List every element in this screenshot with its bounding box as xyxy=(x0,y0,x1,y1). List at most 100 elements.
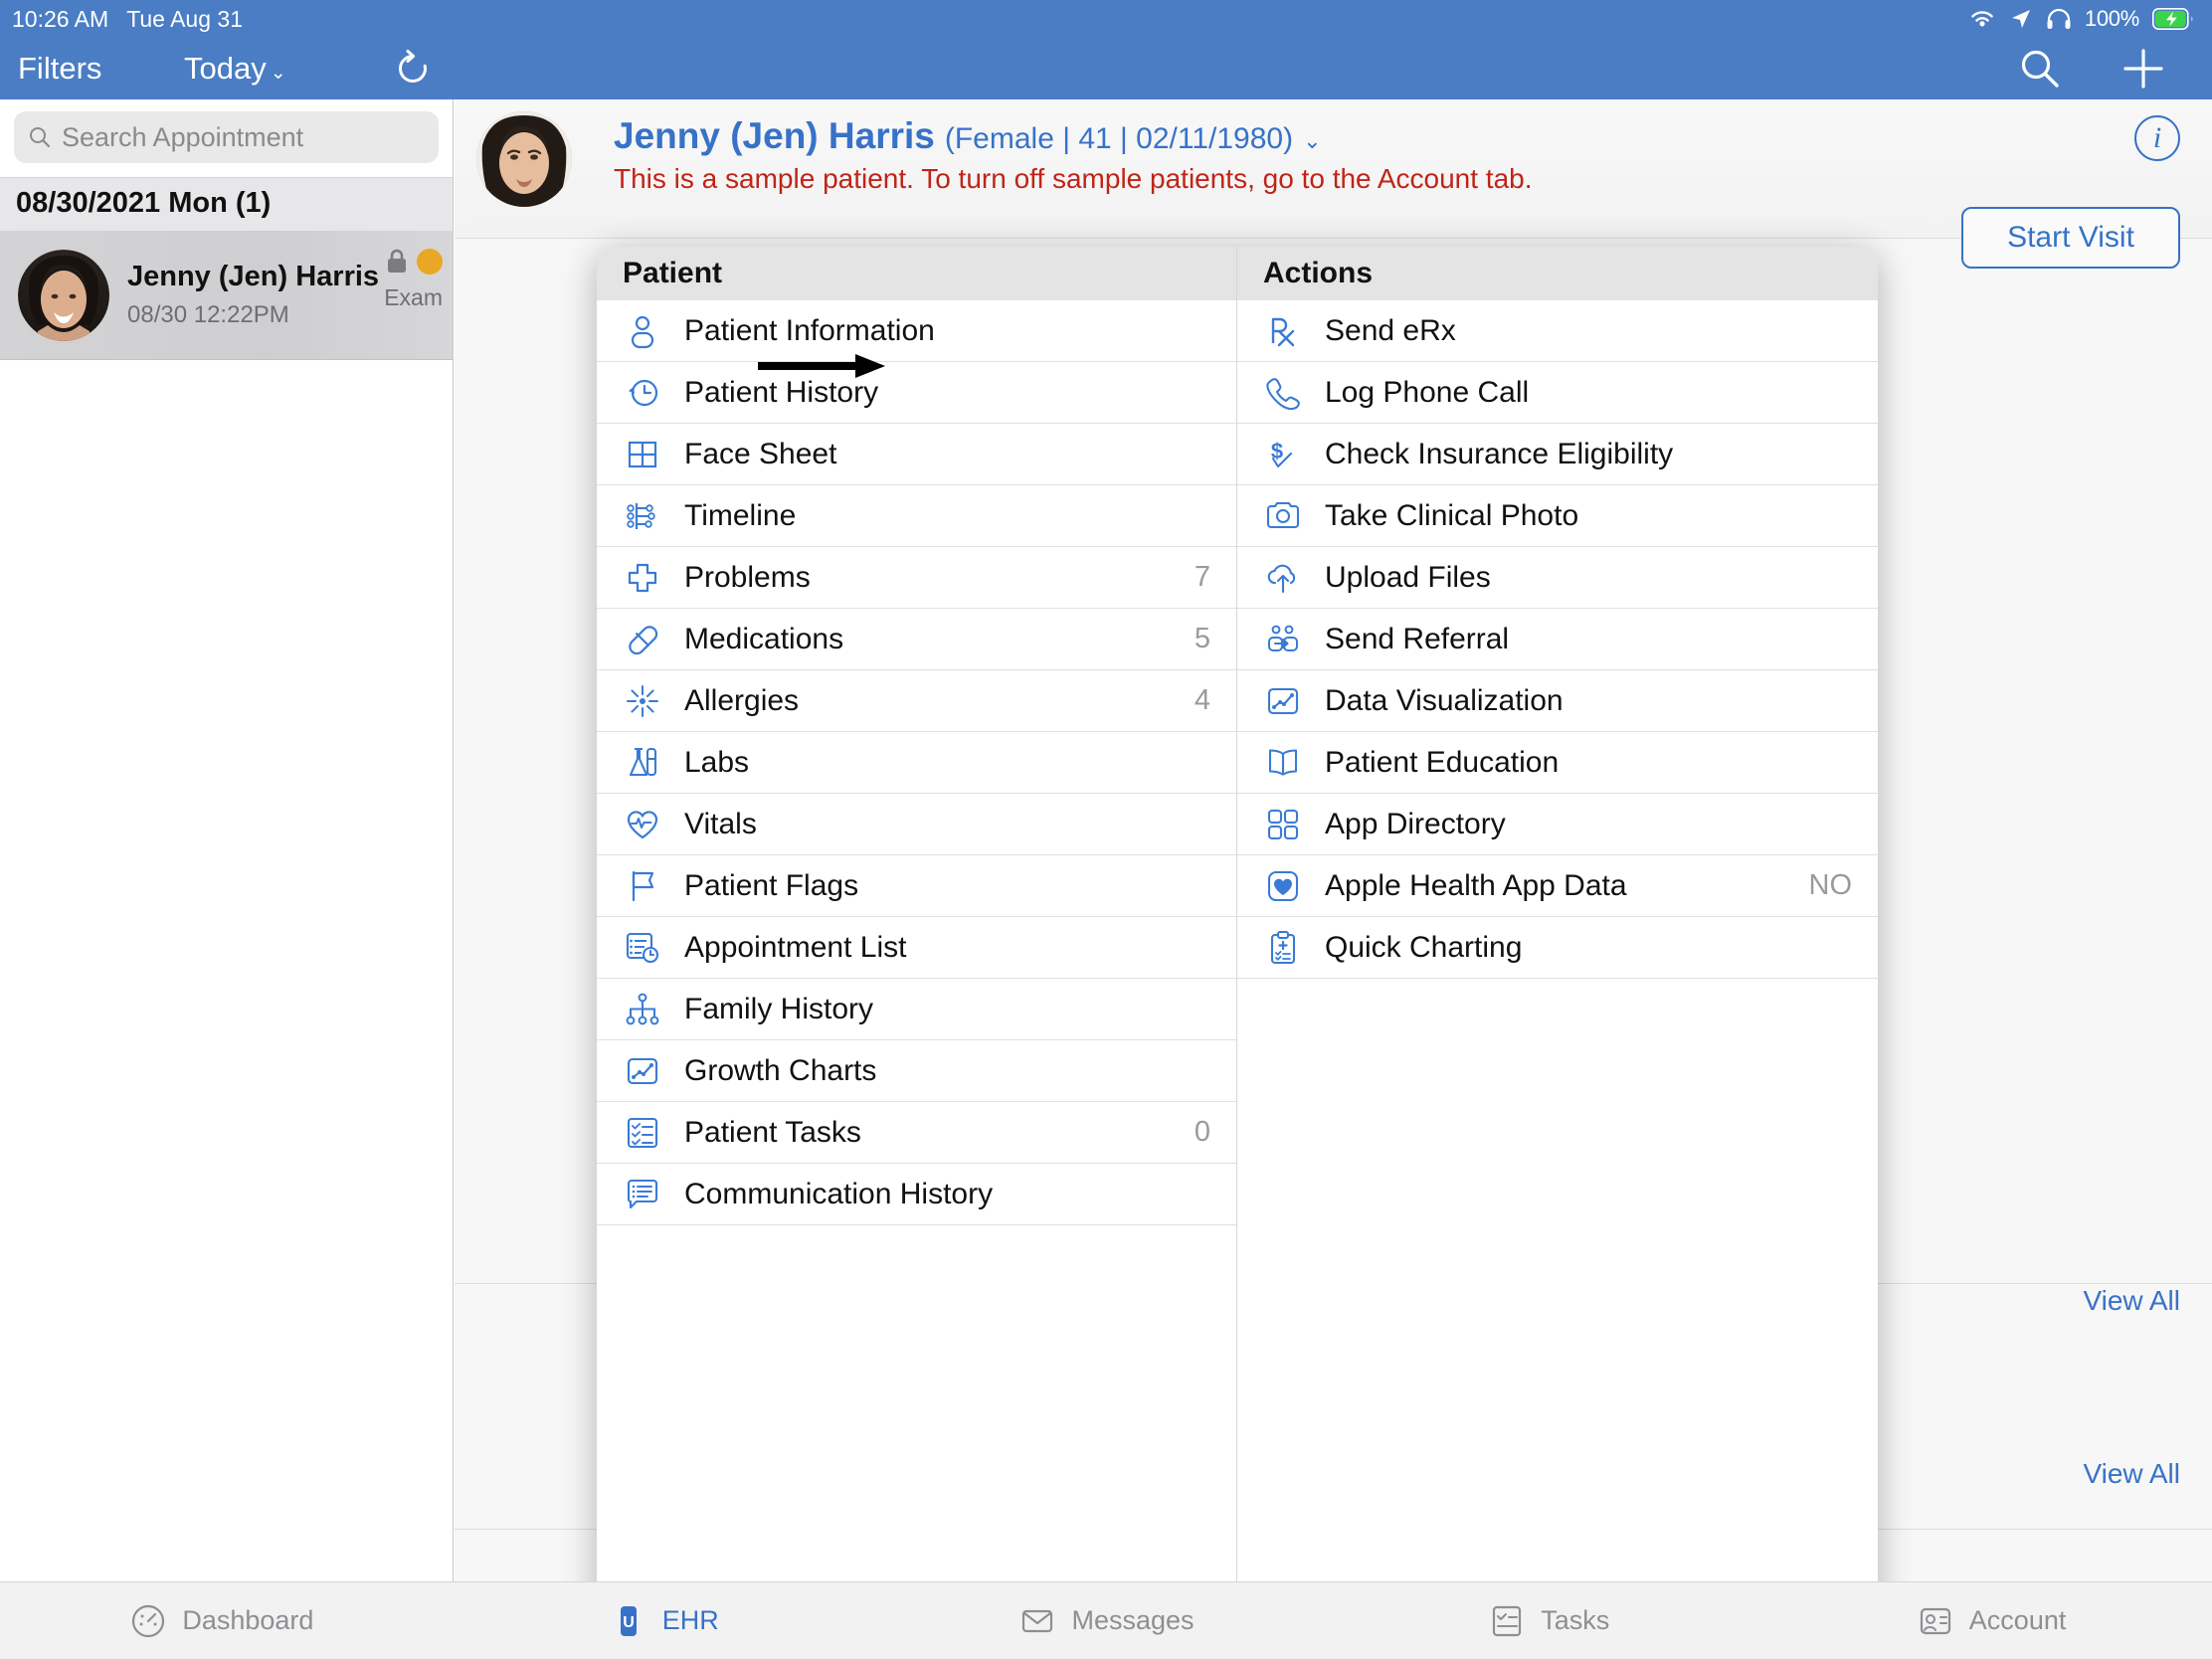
menu-item-face-sheet[interactable]: Face Sheet xyxy=(597,424,1236,485)
appointment-time: 08/30 12:22PM xyxy=(127,301,289,328)
menu-item-label: Problems xyxy=(684,560,811,594)
menu-item-app-directory[interactable]: App Directory xyxy=(1237,794,1878,855)
menu-item-communication-history[interactable]: Communication History xyxy=(597,1164,1236,1225)
patient-name-line[interactable]: Jenny (Jen) Harris (Female | 41 | 02/11/… xyxy=(614,115,1322,157)
tab-dashboard[interactable]: Dashboard xyxy=(0,1601,443,1641)
filters-button[interactable]: Filters xyxy=(18,51,101,87)
view-all-link-2[interactable]: View All xyxy=(2083,1458,2180,1490)
tab-label: Dashboard xyxy=(182,1605,314,1635)
menu-item-patient-history[interactable]: Patient History xyxy=(597,362,1236,424)
menu-item-label: Upload Files xyxy=(1325,560,1491,594)
menu-item-label: Appointment List xyxy=(684,930,907,964)
menu-item-family-history[interactable]: Family History xyxy=(597,979,1236,1040)
medical-cross-icon xyxy=(623,558,662,598)
appointment-patient-name: Jenny (Jen) Harris xyxy=(127,261,380,292)
gauge-icon xyxy=(128,1601,168,1641)
message-icon xyxy=(1017,1601,1057,1641)
heart-square-icon xyxy=(1263,866,1303,906)
menu-item-label: Medications xyxy=(684,622,844,655)
tab-label: Messages xyxy=(1071,1605,1195,1635)
tab-messages[interactable]: Messages xyxy=(885,1601,1328,1641)
menu-item-vitals[interactable]: Vitals xyxy=(597,794,1236,855)
menu-item-log-phone-call[interactable]: Log Phone Call xyxy=(1237,362,1878,424)
menu-item-label: Labs xyxy=(684,745,750,779)
patient-avatar xyxy=(476,111,572,207)
menu-item-label: Patient Information xyxy=(684,313,935,347)
status-bar-left: 10:26 AM Tue Aug 31 xyxy=(0,6,243,33)
today-label: Today xyxy=(184,51,267,86)
menu-item-count: 7 xyxy=(1194,561,1210,593)
menu-item-patient-information[interactable]: Patient Information xyxy=(597,300,1236,362)
menu-item-labs[interactable]: Labs xyxy=(597,732,1236,794)
patient-demographics: (Female | 41 | 02/11/1980) xyxy=(944,122,1294,155)
menu-item-send-erx[interactable]: Send eRx xyxy=(1237,300,1878,362)
menu-item-label: Vitals xyxy=(684,807,757,840)
actions-column-title: Actions xyxy=(1237,247,1878,300)
status-bar-time: 10:26 AM xyxy=(12,5,109,32)
menu-item-take-clinical-photo[interactable]: Take Clinical Photo xyxy=(1237,485,1878,547)
menu-item-label: Patient Tasks xyxy=(684,1115,861,1149)
chat-list-icon xyxy=(623,1175,662,1214)
menu-item-problems[interactable]: Problems 7 xyxy=(597,547,1236,609)
patient-name: Jenny (Jen) Harris xyxy=(614,115,935,156)
menu-item-label: Growth Charts xyxy=(684,1053,877,1087)
chevron-down-icon: ⌄ xyxy=(1303,128,1322,153)
info-icon[interactable]: i xyxy=(2134,115,2180,161)
patient-menu-column: Patient Patient Information Patient Hist… xyxy=(597,247,1237,1631)
menu-item-label: Patient Flags xyxy=(684,868,859,902)
svg-text:U: U xyxy=(623,1614,635,1631)
menu-item-send-referral[interactable]: Send Referral xyxy=(1237,609,1878,670)
account-icon xyxy=(1916,1601,1955,1641)
menu-item-appointment-list[interactable]: Appointment List xyxy=(597,917,1236,979)
menu-item-patient-flags[interactable]: Patient Flags xyxy=(597,855,1236,917)
appointment-date-header: 08/30/2021 Mon (1) xyxy=(0,177,453,231)
menu-item-label: Patient Education xyxy=(1325,745,1560,779)
lab-flask-icon xyxy=(623,743,662,783)
menu-item-label: Apple Health App Data xyxy=(1325,868,1627,902)
add-button[interactable] xyxy=(2119,44,2168,93)
tab-tasks[interactable]: Tasks xyxy=(1327,1601,1769,1641)
tab-ehr[interactable]: U EHR xyxy=(443,1601,885,1641)
menu-item-quick-charting[interactable]: Quick Charting xyxy=(1237,917,1878,979)
today-selector[interactable]: Today ⌄ xyxy=(184,51,286,87)
rx-icon xyxy=(1263,311,1303,351)
menu-item-allergies[interactable]: Allergies 4 xyxy=(597,670,1236,732)
status-bar-date: Tue Aug 31 xyxy=(126,5,243,32)
menu-item-growth-charts[interactable]: Growth Charts xyxy=(597,1040,1236,1102)
menu-item-patient-education[interactable]: Patient Education xyxy=(1237,732,1878,794)
patient-header: Jenny (Jen) Harris (Female | 41 | 02/11/… xyxy=(455,99,2212,269)
status-badge xyxy=(417,249,443,275)
right-arrow-annotation xyxy=(758,352,887,380)
search-input[interactable] xyxy=(62,121,425,153)
menu-item-medications[interactable]: Medications 5 xyxy=(597,609,1236,670)
list-clock-icon xyxy=(623,928,662,968)
wifi-icon xyxy=(1968,8,1996,30)
chart-line-icon xyxy=(1263,681,1303,721)
tab-account[interactable]: Account xyxy=(1769,1601,2212,1641)
menu-item-data-visualization[interactable]: Data Visualization xyxy=(1237,670,1878,732)
menu-item-check-insurance-eligibility[interactable]: $ Check Insurance Eligibility xyxy=(1237,424,1878,485)
heart-pulse-icon xyxy=(623,805,662,844)
bottom-tab-bar: Dashboard U EHR Messages Tasks Account xyxy=(0,1581,2212,1659)
view-all-link-1[interactable]: View All xyxy=(2083,1285,2180,1317)
actions-menu-list: Send eRx Log Phone Call $ Check Insuranc… xyxy=(1237,300,1878,979)
refresh-button[interactable] xyxy=(391,47,435,91)
menu-item-patient-tasks[interactable]: Patient Tasks 0 xyxy=(597,1102,1236,1164)
appointment-row[interactable]: Jenny (Jen) Harris 08/30 12:22PM Exam xyxy=(0,231,453,360)
grid-2x2-icon xyxy=(623,435,662,474)
menu-item-apple-health-app-data[interactable]: Apple Health App Data NO xyxy=(1237,855,1878,917)
patient-menu-list: Patient Information Patient History Face… xyxy=(597,300,1236,1225)
search-button[interactable] xyxy=(2017,46,2063,92)
cloud-upload-icon xyxy=(1263,558,1303,598)
menu-item-timeline[interactable]: Timeline xyxy=(597,485,1236,547)
top-nav-bar xyxy=(454,38,2212,99)
camera-icon xyxy=(1263,496,1303,536)
start-visit-button[interactable]: Start Visit xyxy=(1961,207,2180,269)
menu-item-count: 4 xyxy=(1194,684,1210,716)
search-appointment-box[interactable] xyxy=(14,111,439,163)
status-bar-right: 100% xyxy=(1968,0,2194,38)
pill-icon xyxy=(623,620,662,659)
menu-item-upload-files[interactable]: Upload Files xyxy=(1237,547,1878,609)
menu-item-count: 0 xyxy=(1194,1116,1210,1148)
tab-label: EHR xyxy=(661,1605,719,1635)
